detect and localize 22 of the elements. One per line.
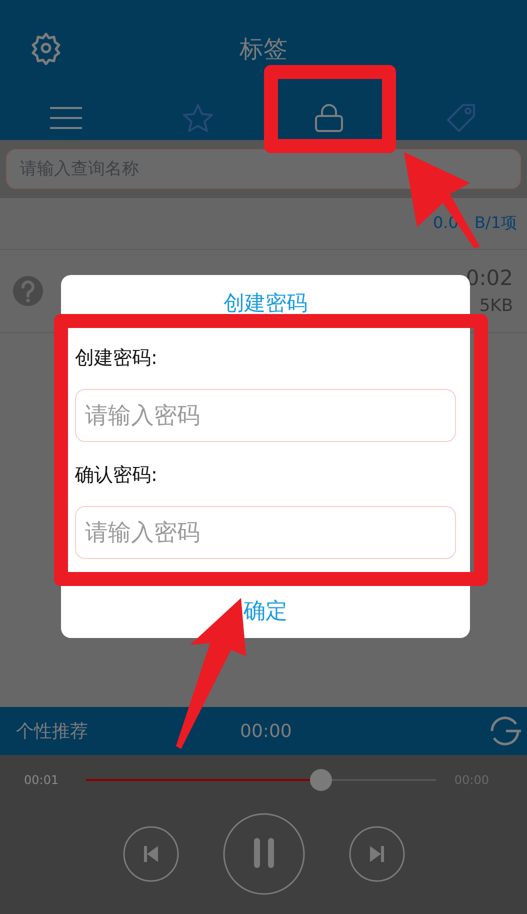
confirm-button[interactable]: 确定 — [61, 584, 470, 638]
question-icon — [12, 275, 44, 307]
current-time: 00:00 — [240, 720, 292, 742]
slider-thumb[interactable] — [310, 769, 332, 791]
playlist-label[interactable]: 个性推荐 — [16, 719, 88, 743]
field-label: 确认密码: — [75, 463, 158, 488]
tag-icon[interactable] — [445, 102, 478, 134]
menu-icon[interactable] — [48, 104, 84, 130]
storage-summary: B/1项 — [474, 213, 517, 234]
dialog-title: 创建密码 — [222, 290, 308, 315]
next-button[interactable] — [348, 826, 404, 882]
pause-button[interactable] — [222, 813, 304, 895]
screen-title: 标签 — [238, 34, 288, 65]
password-field[interactable]: 请输入密码 — [75, 506, 456, 559]
star-icon[interactable] — [182, 102, 213, 132]
elapsed-time: 00:01 — [24, 773, 60, 787]
password-field[interactable]: 请输入密码 — [75, 389, 456, 442]
settings-icon[interactable] — [29, 30, 63, 64]
refresh-icon[interactable] — [488, 714, 522, 748]
field-label: 创建密码: — [75, 346, 158, 371]
lock-icon[interactable] — [314, 102, 344, 132]
previous-button[interactable] — [122, 826, 178, 882]
